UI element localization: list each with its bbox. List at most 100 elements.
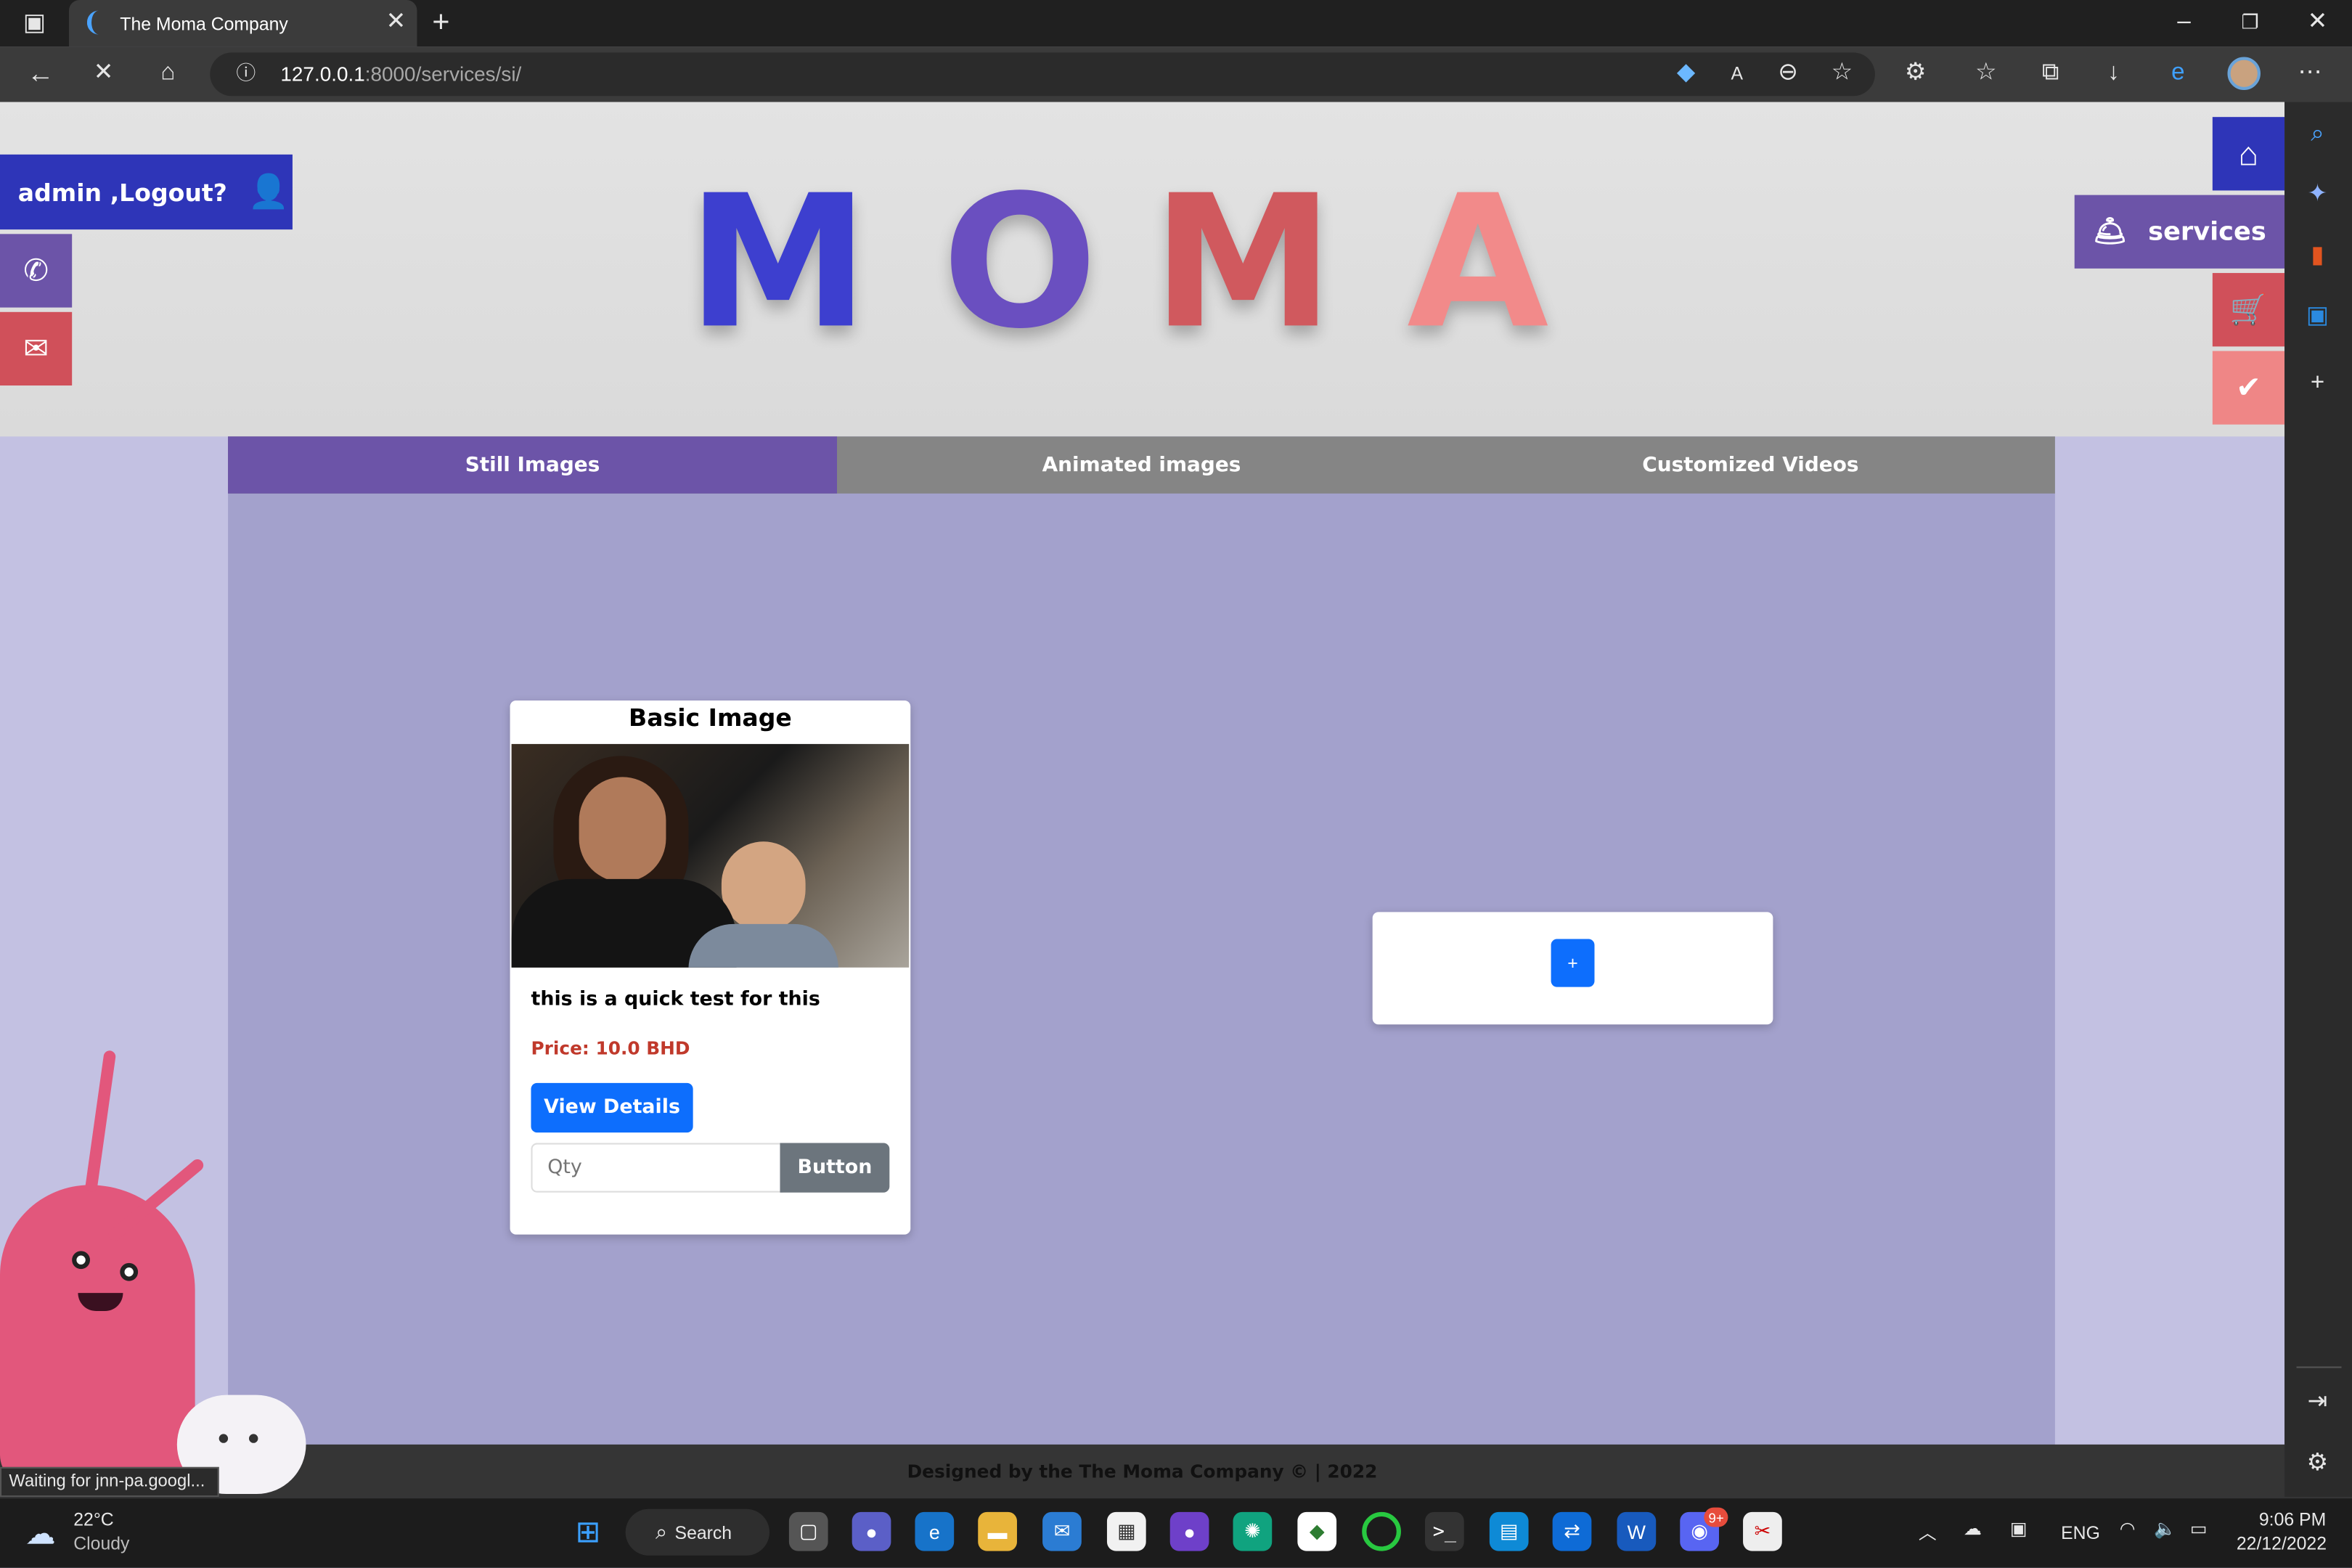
file-explorer-icon[interactable]: ▬	[978, 1511, 1017, 1551]
mascot-eye	[249, 1434, 258, 1443]
url-host: 127.0.0.1	[280, 62, 365, 86]
back-arrow-icon[interactable]: ←	[23, 55, 59, 91]
product-image	[511, 743, 910, 968]
settings-icon[interactable]: ⚙	[2300, 1446, 2336, 1482]
wifi-icon[interactable]: ◠	[2120, 1518, 2136, 1539]
word-icon[interactable]: W	[1617, 1511, 1657, 1551]
copilot-icon[interactable]: ✦	[2300, 177, 2336, 213]
store-icon[interactable]: ▦	[1106, 1511, 1146, 1551]
site-footer: Designed by the The Moma Company © | 202…	[0, 1444, 2285, 1498]
photo-person-face	[579, 777, 666, 882]
favorites-icon[interactable]: ☆	[1968, 55, 2004, 91]
chatgpt-icon[interactable]: ✺	[1233, 1511, 1273, 1551]
user-logout-label: admin ,Logout?	[17, 177, 227, 207]
weather-icon[interactable]: ☁	[25, 1515, 55, 1553]
edge-bar-icon[interactable]: e	[2160, 55, 2197, 91]
volume-icon[interactable]: 🔈	[2154, 1518, 2176, 1539]
avatar[interactable]	[2227, 57, 2261, 90]
taskbar-search-label: Search	[674, 1522, 732, 1543]
footer-text: Designed by the The Moma Company © | 202…	[907, 1460, 1378, 1482]
card-price: Price: 10.0 BHD	[531, 1037, 690, 1059]
weather-desc[interactable]: Cloudy	[73, 1533, 129, 1554]
close-window-icon[interactable]: ✕	[2300, 4, 2336, 41]
photo-child-shirt	[688, 923, 839, 968]
address-bar[interactable]: ⓘ 127.0.0.1 :8000/services/si/ ◆ A ⊖ ☆	[210, 52, 1875, 97]
onedrive-icon[interactable]: ☁	[1964, 1518, 1982, 1539]
sidebar-toggle-icon[interactable]: ⇥	[2300, 1384, 2336, 1421]
tab-title: The Moma Company	[120, 12, 288, 34]
home-icon: ⌂	[2238, 134, 2259, 172]
weather-temp[interactable]: 22°C	[73, 1509, 113, 1530]
start-icon[interactable]: ⊞	[568, 1512, 608, 1551]
display-icon[interactable]: ▣	[2010, 1518, 2027, 1539]
edge-sidebar: ⌕ ✦ ▮ ▣ + ⇥ ⚙	[2284, 102, 2352, 1498]
add-favorite-icon[interactable]: ☆	[1824, 55, 1861, 91]
restore-icon[interactable]: ❐	[2232, 4, 2269, 41]
services-nav-button[interactable]: 🛎 services	[2074, 195, 2285, 269]
search-icon[interactable]: ⌕	[2300, 117, 2336, 153]
home-nav-button[interactable]: ⌂	[2212, 117, 2285, 191]
user-logout-button[interactable]: admin ,Logout? 👤	[0, 154, 293, 230]
phone-button[interactable]: ✆	[0, 234, 73, 308]
more-icon[interactable]: ⋯	[2292, 55, 2328, 91]
logo-letter-3: M	[1151, 155, 1334, 369]
add-icon[interactable]: +	[2300, 366, 2336, 402]
card-title: Basic Image	[629, 703, 792, 732]
tab-actions-icon[interactable]: ▣	[17, 6, 53, 42]
outlook-icon[interactable]: ▣	[2300, 298, 2336, 335]
add-service-button[interactable]: +	[1551, 939, 1595, 987]
add-button[interactable]: Button	[780, 1143, 890, 1193]
github-icon[interactable]: ●	[1169, 1511, 1209, 1551]
tab-still-images[interactable]: Still Images	[228, 436, 838, 494]
search-icon: ⌕	[655, 1519, 668, 1544]
user-icon: 👤	[248, 173, 290, 211]
extensions-icon[interactable]: ⚙	[1898, 55, 1934, 91]
mascot-eye	[72, 1251, 90, 1270]
url-path: :8000/services/si/	[364, 62, 522, 86]
battery-icon[interactable]: ▭	[2190, 1518, 2207, 1539]
info-icon[interactable]: ⓘ	[228, 55, 264, 91]
mongodb-icon[interactable]: ◆	[1297, 1511, 1337, 1551]
edge-icon[interactable]: e	[915, 1511, 955, 1551]
status-bar: Waiting for jnn-pa.googl...	[0, 1466, 219, 1498]
collections-icon[interactable]: ⧉	[2033, 55, 2069, 91]
coupon-icon[interactable]: ◆	[1668, 55, 1704, 91]
cart-nav-button[interactable]: 🛒	[2212, 273, 2285, 347]
close-icon[interactable]: ✕	[378, 4, 415, 41]
teamviewer-icon[interactable]: ⇄	[1552, 1511, 1592, 1551]
snipping-tool-icon[interactable]: ✂	[1743, 1511, 1782, 1551]
teams-icon[interactable]: ●	[852, 1511, 891, 1551]
tray-chevron-icon[interactable]: ︿	[1919, 1519, 1937, 1545]
qty-input[interactable]	[531, 1143, 783, 1193]
mail-app-icon[interactable]: ✉	[1042, 1511, 1082, 1551]
loading-icon	[86, 10, 105, 35]
tab-customized-videos[interactable]: Customized Videos	[1446, 436, 2055, 494]
office-icon[interactable]: ▮	[2300, 239, 2336, 275]
home-icon[interactable]: ⌂	[150, 55, 187, 91]
minimize-icon[interactable]: –	[2166, 4, 2202, 41]
mail-icon: ✉	[23, 332, 49, 367]
taskbar-search[interactable]: ⌕ Search	[625, 1508, 770, 1556]
browser-tab[interactable]: The Moma Company ✕	[69, 0, 417, 47]
logo-letter-4: A	[1407, 155, 1548, 369]
mascot-eye	[219, 1434, 229, 1443]
new-tab-icon[interactable]: +	[423, 4, 460, 41]
mail-button[interactable]: ✉	[0, 311, 73, 386]
mascot-mouth	[78, 1293, 123, 1311]
stop-icon[interactable]: ✕	[86, 55, 122, 91]
remote-desktop-icon[interactable]: ▤	[1489, 1511, 1529, 1551]
logo-letter-2: O	[942, 155, 1098, 369]
language-indicator[interactable]: ENG	[2061, 1522, 2100, 1543]
read-aloud-icon[interactable]: A	[1719, 55, 1755, 91]
clock-time[interactable]: 9:06 PM	[2259, 1509, 2326, 1530]
downloads-icon[interactable]: ↓	[2096, 55, 2132, 91]
task-view-icon[interactable]: ▢	[788, 1511, 828, 1551]
zoom-icon[interactable]: ⊖	[1770, 55, 1806, 91]
tab-animated-images[interactable]: Animated images	[837, 436, 1446, 494]
view-details-button[interactable]: View Details	[531, 1082, 693, 1133]
sync-icon[interactable]	[1362, 1511, 1401, 1551]
services-label: services	[2148, 216, 2266, 247]
terminal-icon[interactable]: >_	[1425, 1511, 1464, 1551]
orders-nav-button[interactable]: ✔	[2212, 351, 2285, 425]
clock-date[interactable]: 22/12/2022	[2237, 1533, 2327, 1554]
